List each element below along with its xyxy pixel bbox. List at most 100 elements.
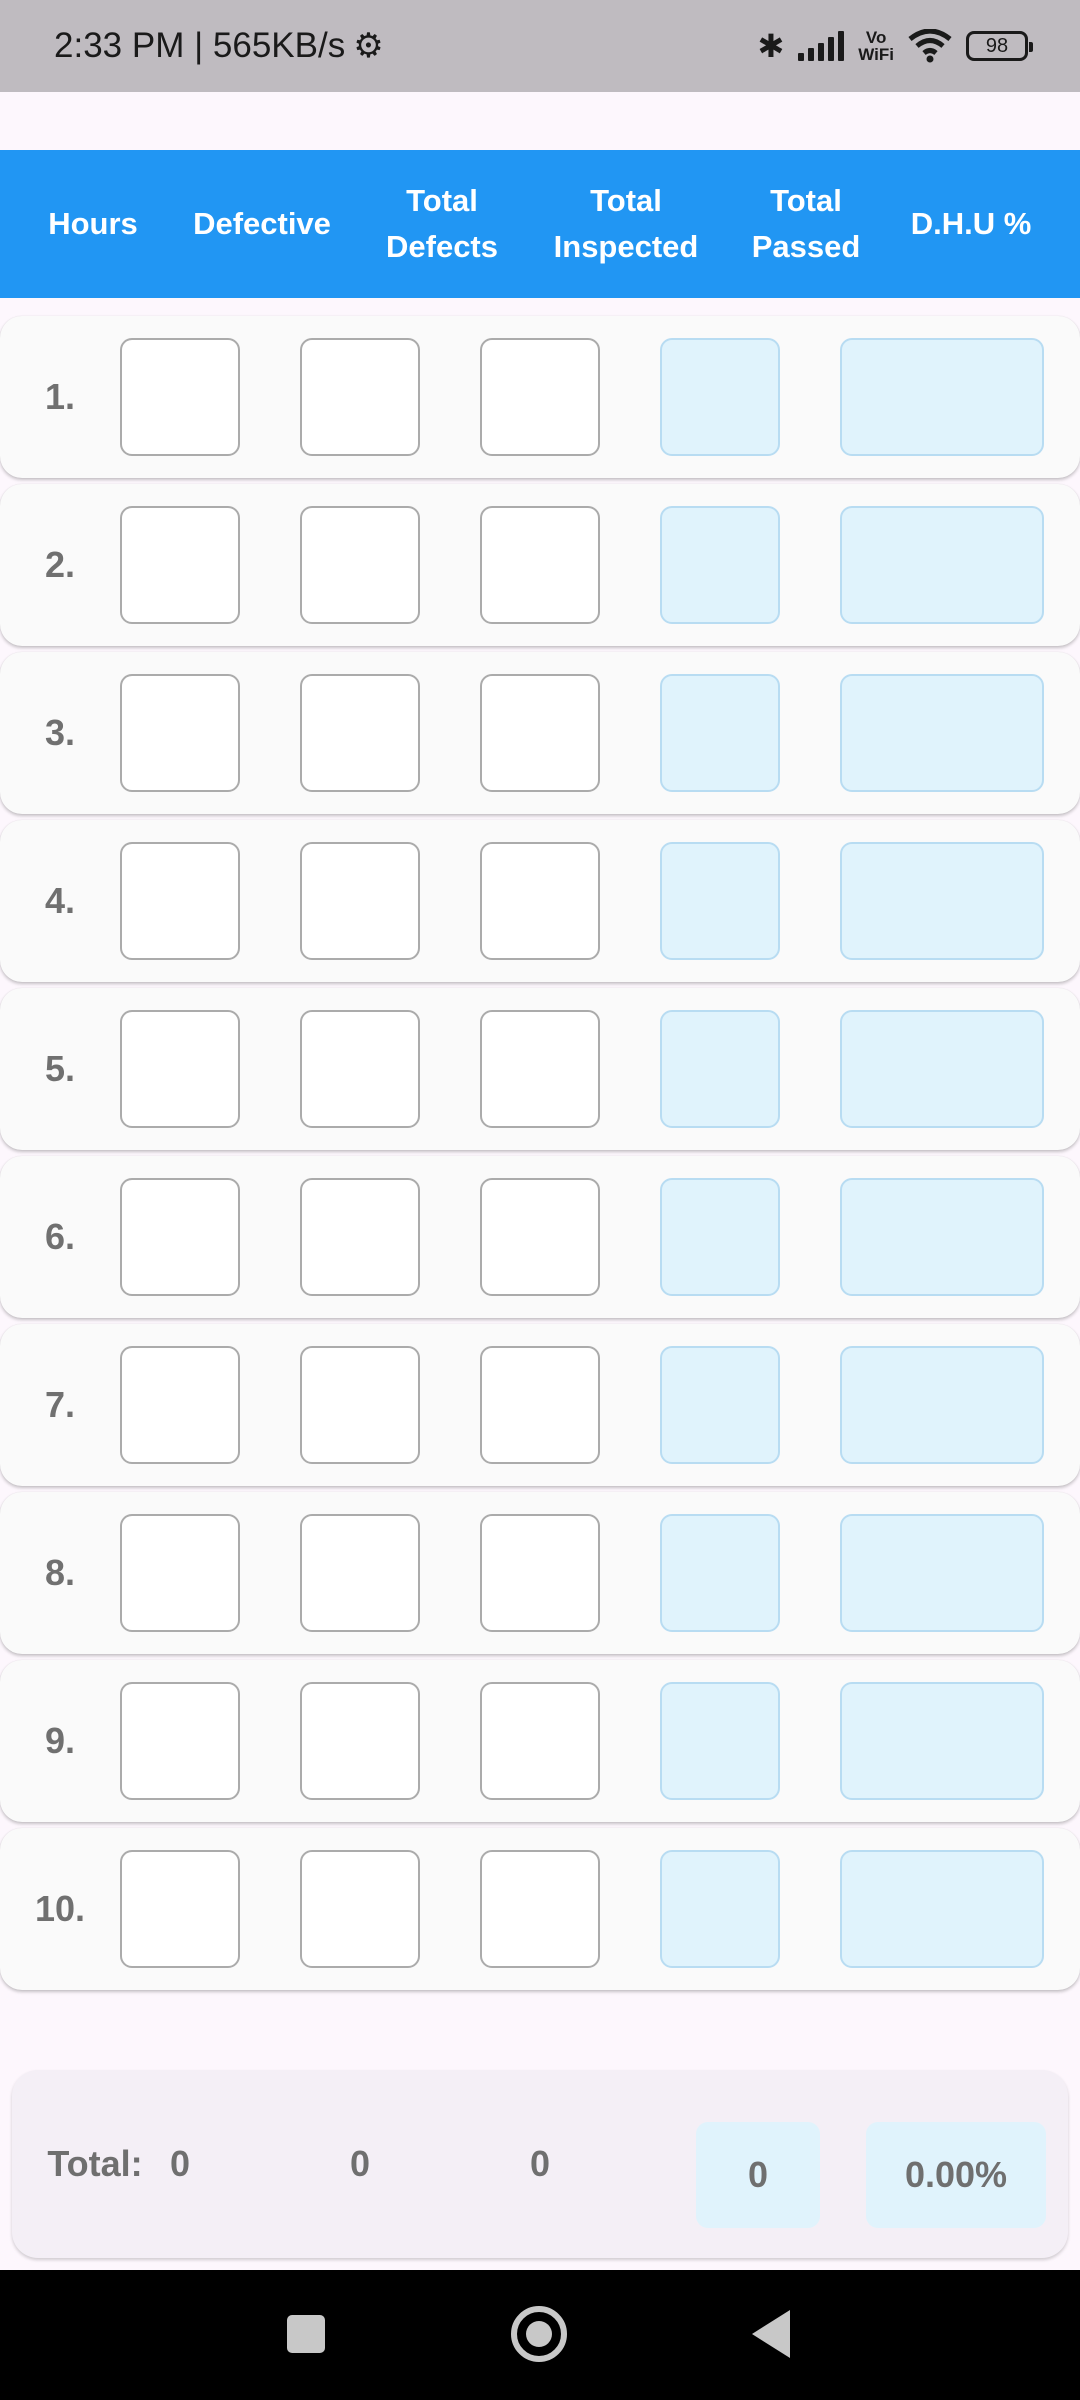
row-number: 2. [44, 544, 76, 585]
total-passed-field [660, 674, 780, 792]
table-row: 7. [0, 1324, 1080, 1486]
total-passed-field [660, 1514, 780, 1632]
total-passed-field [660, 1010, 780, 1128]
row-number: 9. [44, 1720, 76, 1761]
home-button[interactable] [511, 2306, 567, 2362]
header-dhu: D.H.U % [896, 150, 1046, 298]
defective-input[interactable] [120, 674, 240, 792]
header-total-inspected: Total Inspected [536, 150, 716, 298]
status-left: 2:33 PM | 565KB/s ⚙ [54, 26, 384, 66]
table-row: 3. [0, 652, 1080, 814]
total-defects-input[interactable] [300, 1514, 420, 1632]
header-hours-label: Hours [48, 206, 138, 241]
table-row: 8. [0, 1492, 1080, 1654]
total-inspected-input[interactable] [480, 1850, 600, 1968]
total-defects-input[interactable] [300, 1178, 420, 1296]
total-defects-value: 0 [349, 2143, 371, 2184]
table-row: 10. [0, 1828, 1080, 1990]
total-inspected-input[interactable] [480, 842, 600, 960]
total-passed-field [660, 842, 780, 960]
total-defects-input[interactable] [300, 674, 420, 792]
total-passed-value: 0 [696, 2122, 820, 2228]
dhu-field [840, 338, 1044, 456]
total-defects-input[interactable] [300, 842, 420, 960]
table-row: 1. [0, 316, 1080, 478]
defective-input[interactable] [120, 1850, 240, 1968]
row-number: 5. [44, 1048, 76, 1089]
defective-input[interactable] [120, 842, 240, 960]
row-number: 3. [44, 712, 76, 753]
row-number: 1. [44, 376, 76, 417]
dhu-field [840, 1682, 1044, 1800]
total-inspected-value: 0 [529, 2143, 551, 2184]
total-defects-input[interactable] [300, 1346, 420, 1464]
defective-input[interactable] [120, 1346, 240, 1464]
total-inspected-input[interactable] [480, 1682, 600, 1800]
defective-input[interactable] [120, 1514, 240, 1632]
row-number: 4. [44, 880, 76, 921]
total-dhu-value: 0.00% [866, 2122, 1046, 2228]
vowifi-bottom-label: WiFi [858, 45, 894, 64]
table-header: Hours Defective Total Defects Total Insp… [0, 150, 1080, 298]
dhu-field [840, 506, 1044, 624]
total-inspected-input[interactable] [480, 1010, 600, 1128]
row-number: 10. [34, 1888, 86, 1929]
header-total-defects-label: Total Defects [386, 183, 498, 264]
header-defective: Defective [172, 150, 352, 298]
defective-input[interactable] [120, 1178, 240, 1296]
back-button[interactable] [752, 2310, 790, 2358]
total-passed-field [660, 1682, 780, 1800]
dhu-field [840, 1178, 1044, 1296]
signal-icon [798, 31, 845, 61]
dhu-field [840, 1514, 1044, 1632]
header-hours: Hours [22, 150, 164, 298]
total-passed-field [660, 1178, 780, 1296]
total-inspected-input[interactable] [480, 1514, 600, 1632]
total-passed-field [660, 506, 780, 624]
total-inspected-input[interactable] [480, 1346, 600, 1464]
dhu-field [840, 842, 1044, 960]
table-row: 5. [0, 988, 1080, 1150]
total-passed-field [660, 1346, 780, 1464]
total-inspected-input[interactable] [480, 674, 600, 792]
total-defects-input[interactable] [300, 1850, 420, 1968]
total-defects-input[interactable] [300, 338, 420, 456]
header-dhu-label: D.H.U % [910, 206, 1032, 241]
table-row: 4. [0, 820, 1080, 982]
vowifi-icon: Vo WiFi [858, 29, 894, 63]
row-number: 8. [44, 1552, 76, 1593]
defective-input[interactable] [120, 1682, 240, 1800]
total-inspected-input[interactable] [480, 1178, 600, 1296]
total-defective-value: 0 [169, 2143, 191, 2184]
row-number: 6. [44, 1216, 76, 1257]
status-bar: 2:33 PM | 565KB/s ⚙ ✱ Vo WiFi 98 [0, 0, 1080, 92]
total-defects-input[interactable] [300, 506, 420, 624]
total-defects-input[interactable] [300, 1010, 420, 1128]
total-inspected-input[interactable] [480, 506, 600, 624]
table-row: 2. [0, 484, 1080, 646]
defective-input[interactable] [120, 1010, 240, 1128]
bluetooth-icon: ✱ [757, 28, 785, 64]
dhu-field [840, 1346, 1044, 1464]
defective-input[interactable] [120, 506, 240, 624]
total-inspected-input[interactable] [480, 338, 600, 456]
row-number: 7. [44, 1384, 76, 1425]
header-total-passed: Total Passed [728, 150, 884, 298]
header-defective-label: Defective [193, 206, 331, 241]
dhu-field [840, 674, 1044, 792]
table-row: 6. [0, 1156, 1080, 1318]
battery-icon: 98 [966, 31, 1033, 61]
header-total-inspected-label: Total Inspected [553, 183, 699, 264]
gear-icon: ⚙ [353, 27, 384, 65]
vowifi-top-label: Vo [865, 28, 887, 47]
dhu-field [840, 1010, 1044, 1128]
header-total-passed-label: Total Passed [751, 183, 861, 264]
recents-button[interactable] [287, 2315, 325, 2353]
system-nav-bar [0, 2270, 1080, 2400]
total-defects-input[interactable] [300, 1682, 420, 1800]
defective-input[interactable] [120, 338, 240, 456]
dhu-field [840, 1850, 1044, 1968]
total-passed-field [660, 1850, 780, 1968]
status-time-speed: 2:33 PM | 565KB/s [54, 26, 346, 65]
table-row: 9. [0, 1660, 1080, 1822]
